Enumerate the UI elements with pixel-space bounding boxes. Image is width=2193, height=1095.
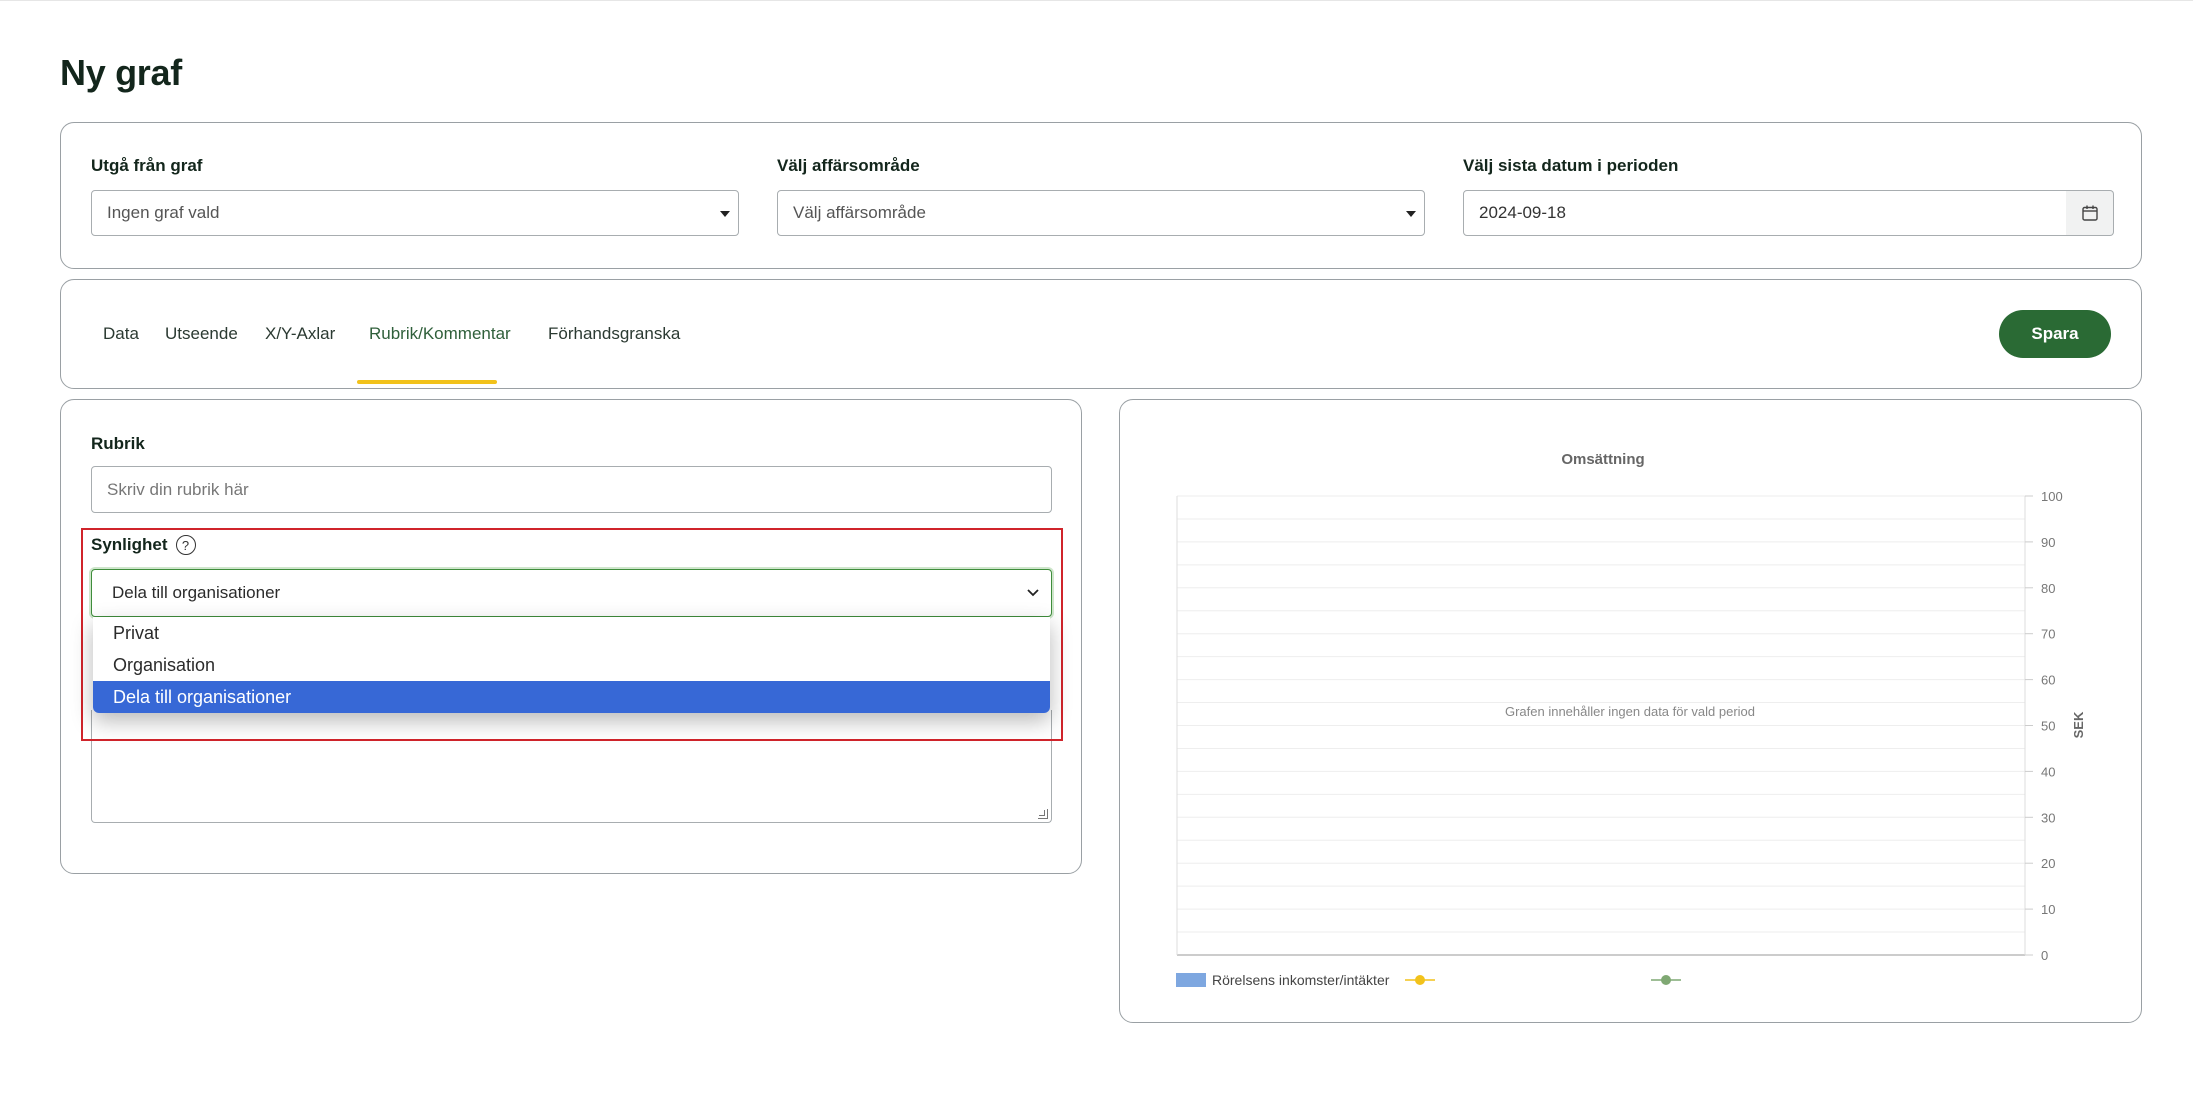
legend-line-yellow — [1405, 975, 1436, 985]
help-icon[interactable]: ? — [175, 535, 196, 555]
option-organisation[interactable]: Organisation — [93, 649, 1050, 681]
visibility-label-row: Synlighet ? — [91, 535, 196, 555]
option-share-organisations[interactable]: Dela till organisationer — [93, 681, 1050, 713]
tab-axes[interactable]: X/Y-Axlar — [265, 324, 335, 344]
page-title: Ny graf — [60, 52, 182, 93]
resize-handle[interactable] — [1038, 809, 1048, 819]
tabs-card: Data Utseende X/Y-Axlar Rubrik/Kommentar… — [60, 279, 2142, 389]
calendar-button[interactable] — [2066, 190, 2114, 236]
business-area-label: Välj affärsområde — [777, 156, 920, 175]
top-divider — [0, 0, 2193, 1]
y-tick-label: 60 — [2041, 673, 2055, 688]
chart: Omsättning 0 10 20 30 40 50 60 70 80 90 100 Grafen… — [1176, 451, 2086, 963]
y-tick-label: 70 — [2041, 627, 2055, 642]
y-tick-label: 80 — [2041, 581, 2055, 596]
end-date-input[interactable]: 2024-09-18 — [1463, 190, 2067, 236]
y-tick-label: 50 — [2041, 719, 2055, 734]
legend-bar-swatch — [1176, 973, 1206, 987]
chart-card: Omsättning 0 10 20 30 40 50 60 70 80 90 100 Grafen… — [1119, 399, 2142, 1023]
active-tab-indicator — [357, 380, 497, 384]
y-tick-label: 100 — [2041, 489, 2063, 504]
visibility-dropdown: Privat Organisation Dela till organisati… — [93, 617, 1050, 713]
visibility-select[interactable]: Dela till organisationer — [91, 569, 1052, 617]
heading-label: Rubrik — [91, 434, 145, 453]
y-axis-label: SEK — [2071, 711, 2086, 738]
legend-bar-label: Rörelsens inkomster/intäkter — [1212, 972, 1390, 988]
base-graph-select[interactable]: Ingen graf vald — [91, 190, 739, 236]
end-date-value: 2024-09-18 — [1479, 203, 1566, 222]
end-date-label: Välj sista datum i perioden — [1463, 156, 1679, 175]
empty-message: Grafen innehåller ingen data för vald pe… — [1505, 704, 1755, 719]
tab-appearance[interactable]: Utseende — [165, 324, 238, 344]
chart-grid — [1176, 495, 2026, 956]
tab-preview[interactable]: Förhandsgranska — [548, 324, 680, 344]
chart-legend: Rörelsens inkomster/intäkter — [1176, 972, 1682, 988]
y-axis-ticks: 0 10 20 30 40 50 60 70 80 90 100 — [2025, 489, 2063, 963]
y-tick-label: 90 — [2041, 535, 2055, 550]
business-area-select[interactable]: Välj affärsområde — [777, 190, 1425, 236]
y-tick-label: 10 — [2041, 902, 2055, 917]
option-private[interactable]: Privat — [93, 617, 1050, 649]
base-graph-label: Utgå från graf — [91, 156, 203, 175]
base-graph-value: Ingen graf vald — [107, 203, 220, 222]
tab-heading-comment[interactable]: Rubrik/Kommentar — [369, 324, 511, 344]
y-tick-label: 30 — [2041, 810, 2055, 825]
calendar-icon — [2081, 205, 2098, 221]
heading-input[interactable] — [91, 466, 1052, 513]
legend-line-green — [1651, 975, 1682, 985]
y-tick-label: 40 — [2041, 764, 2055, 779]
chart-title: Omsättning — [1561, 451, 1644, 468]
chevron-down-icon — [1027, 589, 1039, 597]
save-button[interactable]: Spara — [1999, 310, 2111, 358]
tab-data[interactable]: Data — [103, 324, 139, 344]
visibility-label: Synlighet — [91, 535, 168, 554]
business-area-value: Välj affärsområde — [793, 203, 926, 222]
y-tick-label: 0 — [2041, 948, 2048, 963]
y-tick-label: 20 — [2041, 856, 2055, 871]
filters-card: Utgå från graf Ingen graf vald Välj affä… — [60, 122, 2142, 269]
visibility-value: Dela till organisationer — [112, 583, 281, 602]
